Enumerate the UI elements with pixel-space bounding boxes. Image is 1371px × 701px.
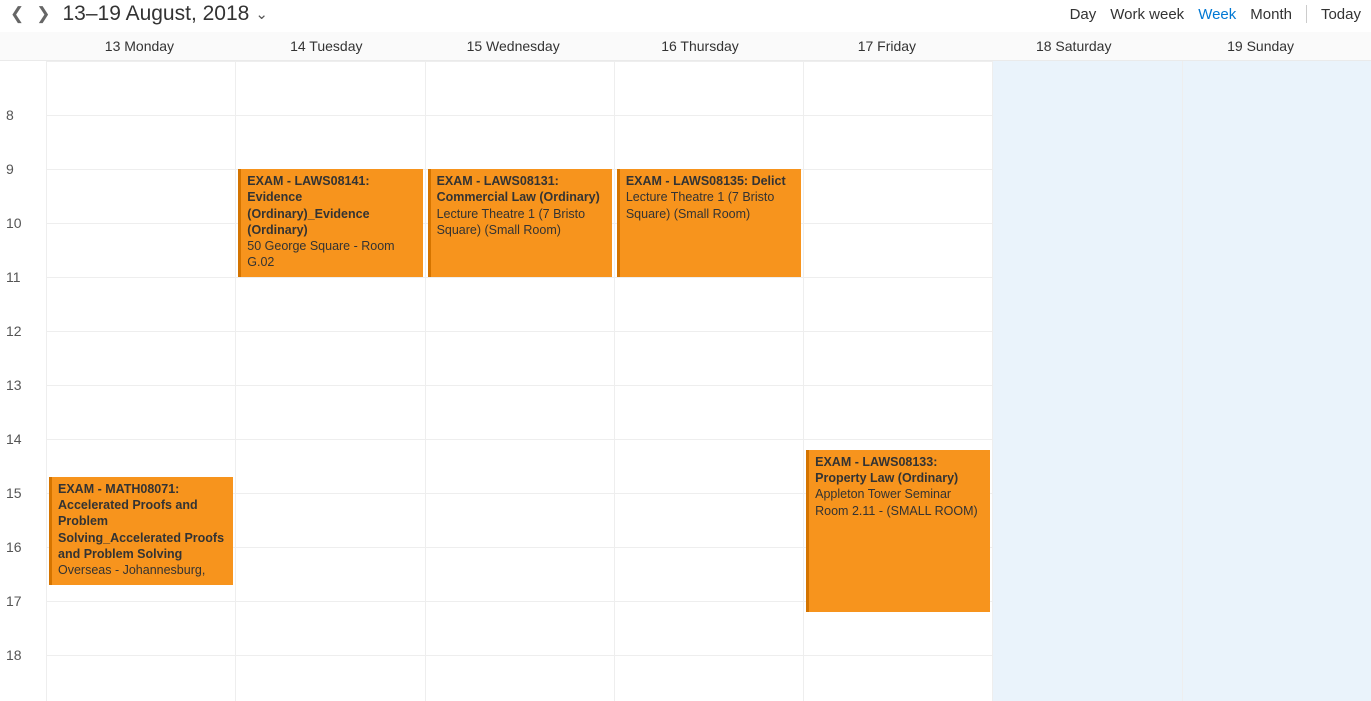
view-today[interactable]: Today <box>1321 6 1361 23</box>
calendar: 13 Monday14 Tuesday15 Wednesday16 Thursd… <box>0 32 1371 701</box>
date-range-label: 13–19 August, 2018 <box>63 2 250 26</box>
gutter-head <box>0 32 46 60</box>
view-workweek[interactable]: Work week <box>1110 6 1184 23</box>
date-range-picker[interactable]: 13–19 August, 2018 ⌄ <box>63 2 268 26</box>
next-week-button[interactable]: ❯ <box>36 4 50 24</box>
event-title: EXAM - LAWS08133: Property Law (Ordinary… <box>815 454 984 487</box>
view-day[interactable]: Day <box>1070 6 1097 23</box>
day-column[interactable]: EXAM - LAWS08133: Property Law (Ordinary… <box>803 61 992 701</box>
event-location: Lecture Theatre 1 (7 Bristo Square) (Sma… <box>437 206 606 239</box>
day-column[interactable]: EXAM - LAWS08135: DelictLecture Theatre … <box>614 61 803 701</box>
time-gutter: 8910111213141516171819 <box>0 61 46 701</box>
day-header[interactable]: 13 Monday <box>46 32 233 60</box>
hour-label: 10 <box>6 215 22 231</box>
day-column[interactable] <box>992 61 1181 701</box>
calendar-grid[interactable]: 8910111213141516171819 EXAM - MATH08071:… <box>0 61 1371 701</box>
day-header[interactable]: 16 Thursday <box>607 32 794 60</box>
day-header[interactable]: 14 Tuesday <box>233 32 420 60</box>
view-month[interactable]: Month <box>1250 6 1292 23</box>
hour-label: 18 <box>6 647 22 663</box>
toolbar: ❮ ❯ 13–19 August, 2018 ⌄ Day Work week W… <box>0 0 1371 32</box>
hour-label: 15 <box>6 485 22 501</box>
hour-label: 12 <box>6 323 22 339</box>
hour-label: 14 <box>6 431 22 447</box>
chevron-down-icon: ⌄ <box>255 5 268 23</box>
hour-label: 17 <box>6 593 22 609</box>
event-location: Lecture Theatre 1 (7 Bristo Square) (Sma… <box>626 189 795 222</box>
hour-label: 9 <box>6 161 14 177</box>
calendar-event[interactable]: EXAM - LAWS08131: Commercial Law (Ordina… <box>428 169 612 277</box>
day-header[interactable]: 18 Saturday <box>980 32 1167 60</box>
divider <box>1306 5 1307 23</box>
hour-label: 11 <box>6 269 21 285</box>
day-column[interactable]: EXAM - LAWS08131: Commercial Law (Ordina… <box>425 61 614 701</box>
event-location: 50 George Square - Room G.02 <box>247 238 416 271</box>
calendar-event[interactable]: EXAM - LAWS08133: Property Law (Ordinary… <box>806 450 990 612</box>
grid-body: EXAM - MATH08071: Accelerated Proofs and… <box>46 61 1371 701</box>
event-location: Overseas - Johannesburg, <box>58 562 227 578</box>
day-headers-row: 13 Monday14 Tuesday15 Wednesday16 Thursd… <box>0 32 1371 61</box>
day-header[interactable]: 15 Wednesday <box>420 32 607 60</box>
view-week[interactable]: Week <box>1198 6 1236 23</box>
calendar-event[interactable]: EXAM - MATH08071: Accelerated Proofs and… <box>49 477 233 585</box>
event-title: EXAM - LAWS08135: Delict <box>626 173 795 189</box>
event-title: EXAM - MATH08071: Accelerated Proofs and… <box>58 481 227 562</box>
hour-label: 13 <box>6 377 22 393</box>
hour-label: 16 <box>6 539 22 555</box>
day-column[interactable] <box>1182 61 1371 701</box>
event-title: EXAM - LAWS08141: Evidence (Ordinary)_Ev… <box>247 173 416 238</box>
day-column[interactable]: EXAM - MATH08071: Accelerated Proofs and… <box>46 61 235 701</box>
event-title: EXAM - LAWS08131: Commercial Law (Ordina… <box>437 173 606 206</box>
event-location: Appleton Tower Seminar Room 2.11 - (SMAL… <box>815 486 984 519</box>
day-header[interactable]: 19 Sunday <box>1167 32 1354 60</box>
calendar-event[interactable]: EXAM - LAWS08141: Evidence (Ordinary)_Ev… <box>238 169 422 277</box>
prev-week-button[interactable]: ❮ <box>10 4 24 24</box>
calendar-event[interactable]: EXAM - LAWS08135: DelictLecture Theatre … <box>617 169 801 277</box>
day-header[interactable]: 17 Friday <box>793 32 980 60</box>
day-column[interactable]: EXAM - LAWS08141: Evidence (Ordinary)_Ev… <box>235 61 424 701</box>
hour-label: 8 <box>6 107 14 123</box>
